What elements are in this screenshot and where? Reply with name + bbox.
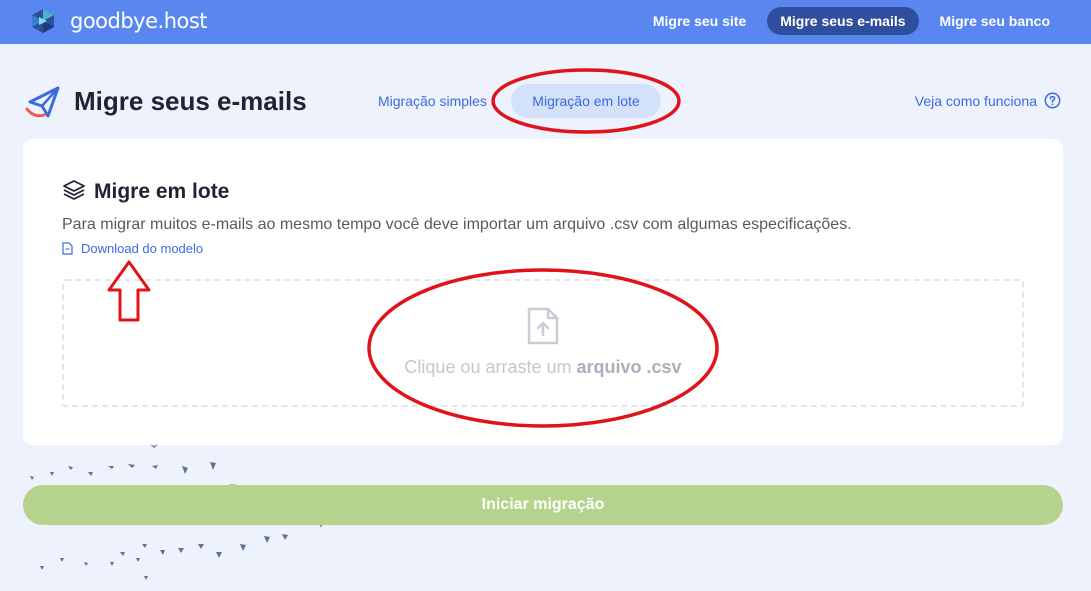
download-template-link[interactable]: Download do modelo	[62, 241, 203, 256]
how-it-works-link[interactable]: Veja como funciona	[915, 93, 1037, 109]
csv-dropzone[interactable]: Clique ou arraste um arquivo .csv	[62, 279, 1024, 407]
nav-migrate-emails[interactable]: Migre seus e-mails	[767, 7, 919, 35]
nav-migrate-database[interactable]: Migre seu banco	[927, 7, 1063, 35]
top-navbar: goodbye.host Migre seu site Migre seus e…	[0, 0, 1091, 44]
logo-icon	[32, 9, 54, 33]
question-circle-icon[interactable]	[1044, 92, 1061, 109]
tab-simple-migration[interactable]: Migração simples	[378, 84, 487, 118]
dropzone-instruction: Clique ou arraste um	[404, 357, 577, 377]
main-nav: Migre seu site Migre seus e-mails Migre …	[640, 7, 1063, 35]
file-upload-icon	[527, 307, 559, 345]
paper-plane-icon	[25, 86, 60, 118]
nav-migrate-site[interactable]: Migre seu site	[640, 7, 759, 35]
tab-batch-migration[interactable]: Migração em lote	[511, 84, 661, 118]
page-title: Migre seus e-mails	[74, 86, 307, 116]
dropzone-file-type: arquivo .csv	[576, 357, 682, 377]
brand-name: goodbye.host	[70, 9, 208, 33]
dropzone-text: Clique ou arraste um arquivo .csv	[64, 357, 1022, 378]
download-template-label: Download do modelo	[81, 241, 204, 256]
layers-icon	[63, 180, 85, 200]
card-description: Para migrar muitos e-mails ao mesmo temp…	[62, 216, 852, 233]
batch-migration-card: Migre em lote Para migrar muitos e-mails…	[23, 139, 1063, 445]
start-migration-button[interactable]: Iniciar migração	[23, 485, 1063, 525]
file-outline-icon	[62, 242, 73, 255]
brand-logo[interactable]: goodbye.host	[30, 8, 208, 34]
card-title: Migre em lote	[94, 180, 230, 203]
